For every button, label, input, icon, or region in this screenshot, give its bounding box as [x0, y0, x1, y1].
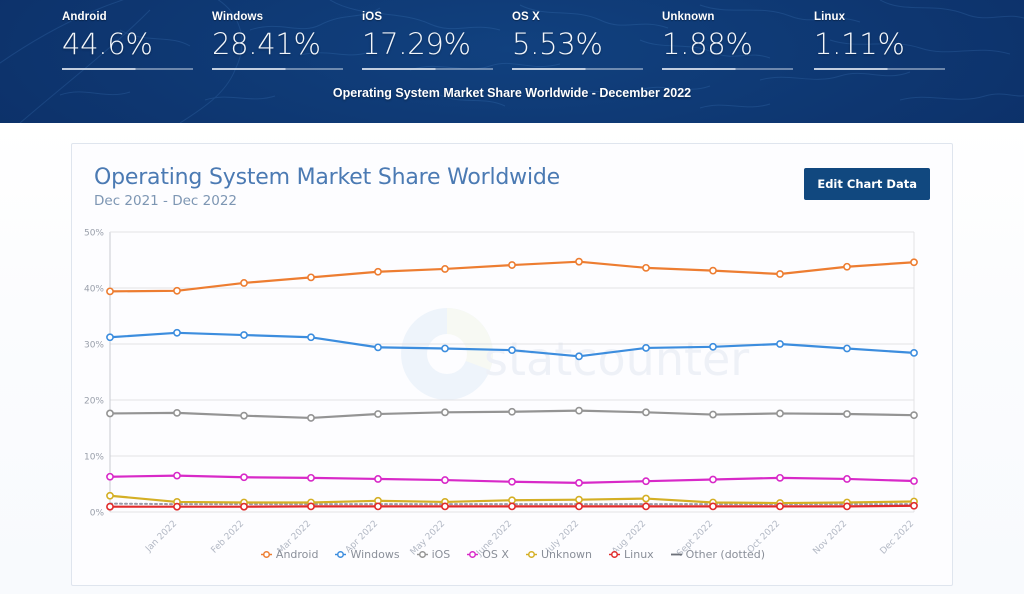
- stat-underline: [512, 68, 643, 70]
- stat-value: 5.53%: [512, 27, 603, 61]
- stat-underline: [814, 68, 945, 70]
- chart-card-header: Operating System Market Share Worldwide …: [72, 144, 952, 209]
- stat-underline: [362, 68, 493, 70]
- legend-label: OS X: [482, 548, 509, 561]
- legend-item[interactable]: iOS: [416, 548, 451, 561]
- edit-chart-data-button[interactable]: Edit Chart Data: [804, 168, 930, 200]
- header-caption: Operating System Market Share Worldwide …: [332, 86, 692, 100]
- stat-ios: iOS 17.29%: [362, 10, 512, 70]
- chart-title-block: Operating System Market Share Worldwide …: [94, 164, 560, 209]
- stat-value: 28.41%: [212, 27, 321, 61]
- stat-label: Android: [62, 11, 107, 23]
- chart-plot-area: statcounter 0% 10% 20% 30% 40% 50% Jan 2022 Feb …: [72, 209, 954, 569]
- stat-label: Linux: [814, 11, 846, 23]
- legend-line-icon: [670, 553, 682, 556]
- svg-text:10%: 10%: [84, 453, 104, 463]
- svg-text:30%: 30%: [84, 341, 104, 351]
- svg-text:20%: 20%: [84, 397, 104, 407]
- svg-text:50%: 50%: [84, 229, 104, 239]
- stats-row: Android 44.6% Windows 28.41% iOS 17.29% …: [0, 0, 1024, 70]
- stat-value: 1.11%: [814, 27, 905, 61]
- legend-item[interactable]: Linux: [609, 548, 654, 561]
- legend-item[interactable]: Unknown: [525, 548, 593, 561]
- legend-label: Other (dotted): [685, 548, 766, 561]
- legend-item[interactable]: Other (dotted): [670, 548, 766, 561]
- stat-value: 17.29%: [362, 27, 471, 61]
- legend-label: Android: [275, 548, 319, 561]
- stat-value: 1.88%: [662, 27, 753, 61]
- line-chart[interactable]: statcounter0%10%20%30%40%50%Jan 2022 Feb …: [72, 209, 954, 569]
- legend-marker-icon: [609, 551, 621, 558]
- stat-underline: [662, 68, 793, 70]
- stat-underline: [62, 68, 193, 70]
- chart-date-range: Dec 2021 - Dec 2022: [94, 193, 237, 209]
- stat-android: Android 44.6%: [62, 10, 212, 70]
- legend-item[interactable]: Windows: [335, 548, 400, 561]
- chart-legend: Android Windows iOS OS X Unknown Linux Other (…: [72, 548, 954, 561]
- page-header: Android 44.6% Windows 28.41% iOS 17.29% …: [0, 0, 1024, 123]
- legend-marker-icon: [525, 551, 537, 558]
- legend-marker-icon: [335, 551, 347, 558]
- stat-windows: Windows 28.41%: [212, 10, 362, 70]
- legend-label: Unknown: [540, 548, 593, 561]
- page-title: Operating System Market Share Worldwide: [94, 165, 560, 190]
- page-body: Operating System Market Share Worldwide …: [0, 123, 1024, 594]
- stat-label: Windows: [212, 11, 264, 23]
- stat-osx: OS X 5.53%: [512, 10, 662, 70]
- svg-text:40%: 40%: [84, 285, 104, 295]
- legend-label: Linux: [624, 548, 654, 561]
- legend-item[interactable]: Android: [260, 548, 319, 561]
- legend-label: Windows: [350, 548, 400, 561]
- legend-marker-icon: [416, 551, 428, 558]
- stat-label: Unknown: [662, 11, 715, 23]
- chart-card: Operating System Market Share Worldwide …: [71, 143, 953, 586]
- legend-label: iOS: [431, 548, 451, 561]
- legend-marker-icon: [260, 551, 272, 558]
- stat-underline: [212, 68, 343, 70]
- stat-label: iOS: [362, 11, 383, 23]
- stat-unknown: Unknown 1.88%: [662, 10, 814, 70]
- legend-marker-icon: [467, 551, 479, 558]
- stat-label: OS X: [512, 11, 540, 23]
- svg-text:0%: 0%: [90, 509, 105, 519]
- stat-linux: Linux 1.11%: [814, 10, 963, 70]
- legend-item[interactable]: OS X: [467, 548, 509, 561]
- stat-value: 44.6%: [62, 27, 153, 61]
- svg-text:statcounter: statcounter: [484, 332, 749, 386]
